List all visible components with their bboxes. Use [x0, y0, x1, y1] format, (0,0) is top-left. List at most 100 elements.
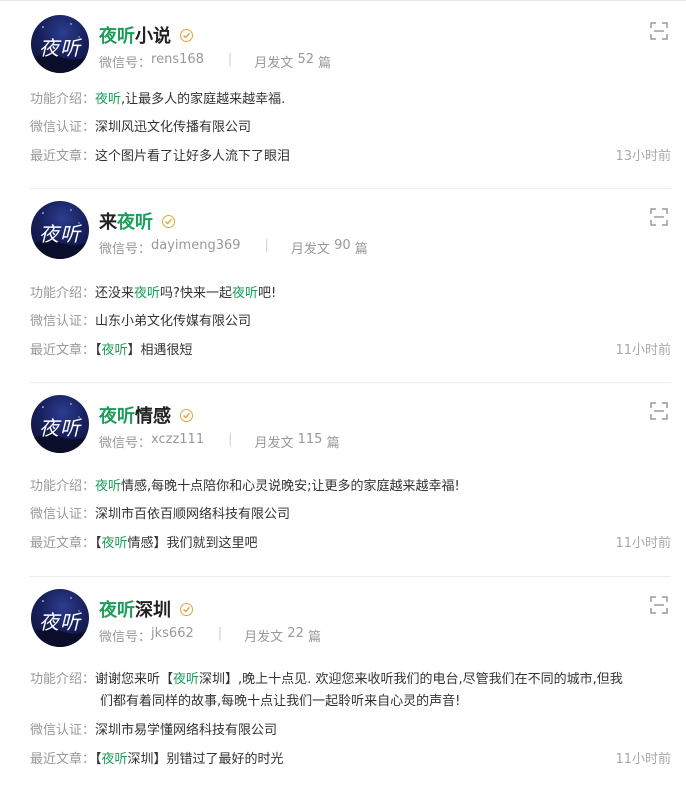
wechat-id-label: 微信号： [99, 242, 152, 257]
wechat-id: dayimeng369 [151, 238, 241, 253]
account-meta: 微信号： xczz111 | 月发文 115 篇 [99, 432, 340, 451]
account-name[interactable]: 夜听 小说 [99, 22, 193, 48]
cert-label: 微信认证： [30, 723, 96, 738]
intro-highlight: 夜听 [173, 672, 200, 687]
intro-text: 谢谢您来听【 [95, 672, 174, 687]
intro-highlight: 夜听 [231, 286, 258, 301]
wechat-id-label: 微信号： [99, 436, 152, 451]
account-name[interactable]: 夜听 情感 [99, 402, 193, 428]
recent-time: 11小时前 [615, 536, 671, 551]
account-meta: 微信号： dayimeng369 | 月发文 90 篇 [99, 238, 368, 257]
intro-label: 功能介绍： [30, 479, 96, 494]
wechat-id: jks662 [151, 626, 194, 641]
divider [30, 382, 671, 383]
qr-code-icon[interactable] [650, 22, 668, 40]
recent-time: 13小时前 [615, 149, 671, 164]
posts-label: 月发文 [254, 436, 294, 451]
verified-badge-icon [180, 409, 193, 422]
recent-time: 11小时前 [615, 752, 671, 767]
qr-code-icon[interactable] [650, 596, 668, 614]
wechat-id-label: 微信号： [99, 56, 152, 71]
article-title: 深圳】别错过了最好的时光 [127, 752, 284, 767]
avatar[interactable]: 夜听 [31, 201, 89, 259]
wechat-id-label: 微信号： [99, 630, 152, 645]
verified-badge-icon [180, 29, 193, 42]
intro-row: 功能介绍：谢谢您来听【夜听深圳】,晚上十点见. 欢迎您来收听我们的电台,尽管我们… [30, 669, 671, 713]
posts-unit: 篇 [326, 436, 340, 451]
intro-row: 功能介绍：还没来夜听吗?快来一起夜听吧! [30, 284, 671, 304]
avatar-text: 夜听 [39, 416, 81, 440]
recent-article-link[interactable]: 【夜听深圳】别错过了最好的时光 [95, 752, 284, 767]
intro-label: 功能介绍： [30, 92, 96, 107]
posts-count: 115 [297, 432, 323, 447]
recent-row: 最近文章：【夜听情感】我们就到这里吧 11小时前 [30, 534, 671, 554]
article-title: 情感】我们就到这里吧 [127, 536, 258, 551]
cert-company: 深圳市百依百顺网络科技有限公司 [95, 507, 291, 522]
posts-label: 月发文 [254, 56, 294, 71]
recent-row: 最近文章：这个图片看了让好多人流下了眼泪 13小时前 [30, 147, 671, 167]
recent-label: 最近文章： [30, 149, 96, 164]
avatar[interactable]: 夜听 [31, 15, 89, 73]
verified-badge-icon [180, 603, 193, 616]
divider [30, 576, 671, 577]
posts-unit: 篇 [354, 242, 368, 257]
intro-text: 还没来 [95, 286, 135, 301]
meta-separator: | [228, 432, 233, 447]
cert-row: 微信认证：深圳风迅文化传播有限公司 [30, 118, 671, 138]
article-title: 】相遇很短 [127, 343, 193, 358]
avatar-text: 夜听 [39, 36, 81, 60]
intro-row: 功能介绍：夜听,让最多人的家庭越来越幸福. [30, 90, 671, 110]
account-meta: 微信号： jks662 | 月发文 22 篇 [99, 626, 321, 645]
meta-separator: | [217, 626, 223, 641]
name-highlight: 夜听 [99, 600, 135, 621]
cert-company: 深圳风迅文化传播有限公司 [95, 120, 252, 135]
posts-unit: 篇 [318, 56, 332, 71]
cert-label: 微信认证： [30, 120, 96, 135]
account-card[interactable]: 夜听 夜听 情感 微信号： xczz111 | 月发文 115 篇 功能介绍：夜听… [0, 382, 686, 576]
name-highlight: 夜听 [99, 406, 135, 427]
name-highlight: 夜听 [117, 212, 153, 233]
cert-label: 微信认证： [30, 507, 96, 522]
qr-code-icon[interactable] [650, 208, 668, 226]
account-card[interactable]: 夜听 夜听 深圳 微信号： jks662 | 月发文 22 篇 功能介绍：谢谢您来… [0, 576, 686, 785]
intro-highlight: 夜听 [134, 286, 161, 301]
recent-row: 最近文章：【夜听深圳】别错过了最好的时光 11小时前 [30, 750, 671, 770]
qr-code-icon[interactable] [650, 402, 668, 420]
recent-article-link[interactable]: 这个图片看了让好多人流下了眼泪 [95, 149, 290, 164]
recent-article-link[interactable]: 【夜听】相遇很短 [95, 343, 193, 358]
verified-badge-icon [162, 215, 175, 228]
avatar-text: 夜听 [39, 222, 81, 246]
account-card[interactable]: 夜听 夜听 小说 微信号： rens168 | 月发文 52 篇 功能介绍：夜听,… [0, 2, 686, 196]
article-highlight: 夜听 [101, 752, 128, 767]
account-name[interactable]: 来 夜听 [99, 208, 175, 234]
intro-label: 功能介绍： [30, 286, 96, 301]
name-rest: 情感 [135, 406, 171, 427]
recent-label: 最近文章： [30, 752, 96, 767]
wechat-id: xczz111 [151, 432, 205, 447]
account-name[interactable]: 夜听 深圳 [99, 596, 193, 622]
intro-text: 深圳】,晚上十点见. 欢迎您来收听我们的电台,尽管我们在不同的城市,但我 [199, 672, 623, 687]
intro-text-continued: 们都有着同样的故事,每晚十点让我们一起聆听来自心灵的声音! [100, 694, 461, 709]
recent-article-link[interactable]: 【夜听情感】我们就到这里吧 [95, 536, 258, 551]
intro-text: 吗?快来一起 [160, 286, 232, 301]
top-border [0, 0, 686, 1]
account-meta: 微信号： rens168 | 月发文 52 篇 [99, 52, 331, 71]
intro-text: ,让最多人的家庭越来越幸福. [121, 92, 286, 107]
avatar[interactable]: 夜听 [31, 395, 89, 453]
account-card[interactable]: 夜听 来 夜听 微信号： dayimeng369 | 月发文 90 篇 功能介绍：… [0, 188, 686, 382]
posts-count: 52 [297, 52, 314, 67]
name-rest: 小说 [135, 26, 171, 47]
recent-label: 最近文章： [30, 343, 96, 358]
meta-separator: | [227, 52, 233, 67]
intro-text: 吧! [257, 286, 277, 301]
name-highlight: 夜听 [99, 26, 135, 47]
wechat-id: rens168 [151, 52, 204, 67]
posts-count: 90 [334, 238, 351, 253]
cert-row: 微信认证：深圳市易学懂网络科技有限公司 [30, 721, 671, 741]
intro-highlight: 夜听 [95, 479, 122, 494]
avatar[interactable]: 夜听 [31, 589, 89, 647]
meta-separator: | [264, 238, 269, 253]
posts-label: 月发文 [290, 242, 330, 257]
cert-company: 山东小弟文化传媒有限公司 [95, 314, 252, 329]
cert-company: 深圳市易学懂网络科技有限公司 [95, 723, 278, 738]
